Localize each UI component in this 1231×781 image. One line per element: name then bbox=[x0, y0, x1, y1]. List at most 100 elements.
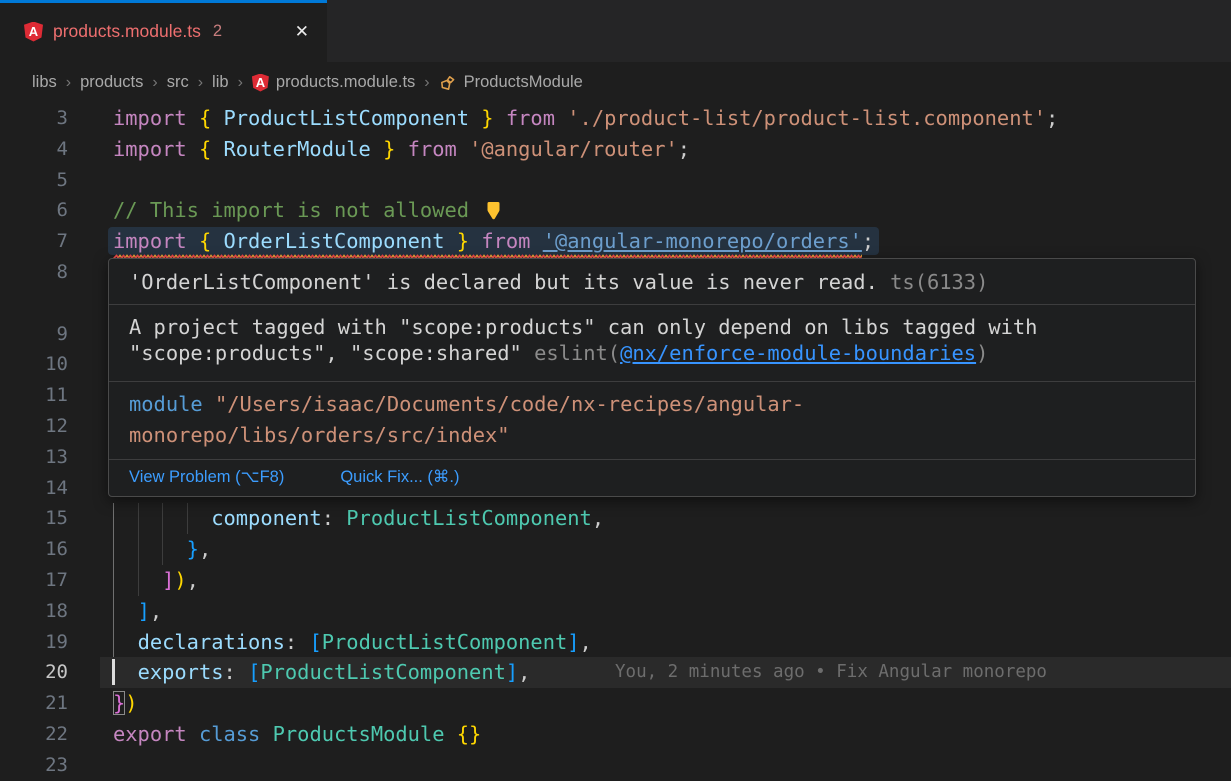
line-number[interactable]: 12 bbox=[0, 411, 68, 442]
code-token: from bbox=[469, 229, 543, 253]
line-number[interactable]: 5 bbox=[0, 165, 68, 196]
code-token: ProductsModule bbox=[273, 722, 457, 746]
quick-fix-action[interactable]: Quick Fix... (⌘.) bbox=[340, 467, 459, 487]
code-line-18[interactable]: 18 ], bbox=[0, 596, 1231, 627]
code-token: , bbox=[150, 599, 162, 623]
code-line-16[interactable]: 16 }, bbox=[0, 534, 1231, 565]
code-token: '@angular/router' bbox=[469, 137, 678, 161]
line-number[interactable]: 19 bbox=[0, 627, 68, 658]
problem-hover-popup: 'OrderListComponent' is declared but its… bbox=[108, 258, 1196, 497]
code-token: component bbox=[211, 506, 322, 530]
code-line-4[interactable]: 4import { RouterModule } from '@angular/… bbox=[0, 134, 1231, 165]
code-line-6[interactable]: 6 // This import is not allowed bbox=[0, 195, 1231, 226]
code-line-7[interactable]: 7import { OrderListComponent } from '@an… bbox=[0, 226, 1231, 257]
code-token: ProductListComponent bbox=[224, 106, 470, 130]
line-content: exports: [ProductListComponent], bbox=[113, 657, 530, 688]
code-line-15[interactable]: 15 component: ProductListComponent, bbox=[0, 503, 1231, 534]
line-number[interactable]: 10 bbox=[0, 349, 68, 380]
code-token: from bbox=[395, 137, 469, 161]
code-token bbox=[113, 537, 187, 561]
line-content: }) bbox=[113, 688, 138, 719]
line-content: }, bbox=[113, 534, 211, 565]
breadcrumb-item-products[interactable]: products bbox=[80, 73, 143, 92]
code-token bbox=[113, 568, 162, 592]
line-number[interactable]: 14 bbox=[0, 473, 68, 504]
code-token bbox=[113, 660, 138, 684]
module-path-line2: monorepo/libs/orders/src/index" bbox=[129, 420, 1195, 451]
line-number[interactable]: 9 bbox=[0, 319, 68, 350]
code-token: {} bbox=[457, 722, 482, 746]
code-token: './product-list/product-list.component' bbox=[567, 106, 1046, 130]
breadcrumb-separator: › bbox=[198, 74, 203, 92]
breadcrumb-label: src bbox=[167, 73, 189, 92]
hover-ts-diagnostic: 'OrderListComponent' is declared but its… bbox=[109, 259, 1195, 305]
close-icon[interactable]: ✕ bbox=[291, 21, 313, 42]
line-number[interactable]: 4 bbox=[0, 134, 68, 165]
tab-filename: products.module.ts bbox=[53, 21, 201, 42]
code-token: import bbox=[113, 137, 199, 161]
nx-enforce-module-boundaries-link[interactable]: @nx/enforce-module-boundaries bbox=[620, 341, 976, 365]
eslint-message-line2: "scope:products", "scope:shared" eslint(… bbox=[129, 340, 1195, 366]
code-token: ProductListComponent bbox=[260, 660, 506, 684]
code-token: } bbox=[469, 106, 494, 130]
code-line-22[interactable]: 22 export class ProductsModule {} bbox=[0, 719, 1231, 750]
code-token: ] bbox=[138, 599, 150, 623]
code-token: RouterModule bbox=[224, 137, 371, 161]
breadcrumb-label: products.module.ts bbox=[276, 73, 415, 92]
code-line-17[interactable]: 17 ]), bbox=[0, 565, 1231, 596]
breadcrumb-item-src[interactable]: src bbox=[167, 73, 189, 92]
code-token: ProductListComponent bbox=[346, 506, 592, 530]
breadcrumb-separator: › bbox=[152, 74, 157, 92]
code-token: OrderListComponent bbox=[224, 229, 445, 253]
line-number[interactable]: 8 bbox=[0, 257, 68, 288]
code-line-20[interactable]: 20 exports: [ProductListComponent],You, … bbox=[0, 657, 1231, 688]
view-problem-action[interactable]: View Problem (⌥F8) bbox=[129, 467, 284, 487]
code-line-23[interactable]: 23 bbox=[0, 750, 1231, 781]
line-number[interactable]: 23 bbox=[0, 750, 68, 781]
code-token: ProductListComponent bbox=[322, 630, 568, 654]
code-token: } bbox=[187, 537, 199, 561]
code-line-3[interactable]: 3import { ProductListComponent } from '.… bbox=[0, 103, 1231, 134]
code-token: , bbox=[199, 537, 211, 561]
line-content: ], bbox=[113, 596, 162, 627]
tab-strip: products.module.ts 2 ✕ bbox=[0, 0, 1231, 62]
ts-diagnostic-source: ts(6133) bbox=[890, 270, 988, 294]
code-token: } bbox=[444, 229, 469, 253]
code-token bbox=[113, 599, 138, 623]
line-number[interactable]: 17 bbox=[0, 565, 68, 596]
breadcrumb-item-lib[interactable]: lib bbox=[212, 73, 229, 92]
code-line-21[interactable]: 21}) bbox=[0, 688, 1231, 719]
hover-eslint-diagnostic: A project tagged with "scope:products" c… bbox=[109, 305, 1195, 382]
line-number[interactable]: 3 bbox=[0, 103, 68, 134]
angular-logo-icon bbox=[24, 22, 43, 42]
code-token: : bbox=[322, 506, 347, 530]
code-line-19[interactable]: 19 declarations: [ProductListComponent], bbox=[0, 627, 1231, 658]
code-token: '@angular-monorepo/orders' bbox=[543, 229, 862, 253]
line-number[interactable]: 13 bbox=[0, 442, 68, 473]
code-line-5[interactable]: 5 bbox=[0, 165, 1231, 196]
breadcrumb-separator: › bbox=[424, 74, 429, 92]
code-token: // This import is not allowed bbox=[113, 198, 481, 222]
line-content: ]), bbox=[113, 565, 199, 596]
line-number[interactable]: 6 bbox=[0, 195, 68, 226]
code-token: { bbox=[199, 137, 224, 161]
code-token: import bbox=[113, 106, 199, 130]
line-content: export class ProductsModule {} bbox=[113, 719, 481, 750]
line-number[interactable]: 16 bbox=[0, 534, 68, 565]
line-number[interactable]: 15 bbox=[0, 503, 68, 534]
code-token: { bbox=[199, 229, 224, 253]
line-number[interactable]: 18 bbox=[0, 596, 68, 627]
breadcrumb-label: lib bbox=[212, 73, 229, 92]
breadcrumb-item-productsmodule[interactable]: ProductsModule bbox=[439, 73, 583, 92]
line-number[interactable]: 22 bbox=[0, 719, 68, 750]
line-number[interactable]: 20 bbox=[0, 657, 68, 688]
breadcrumb-item-libs[interactable]: libs bbox=[32, 73, 57, 92]
tab-products-module[interactable]: products.module.ts 2 ✕ bbox=[0, 0, 327, 62]
code-token: ] bbox=[162, 568, 174, 592]
line-number[interactable]: 11 bbox=[0, 380, 68, 411]
line-number[interactable]: 7 bbox=[0, 226, 68, 257]
breadcrumb-item-products-module-ts[interactable]: products.module.ts bbox=[252, 73, 415, 92]
code-token: class bbox=[199, 722, 273, 746]
line-number[interactable]: 21 bbox=[0, 688, 68, 719]
code-token: ] bbox=[567, 630, 579, 654]
